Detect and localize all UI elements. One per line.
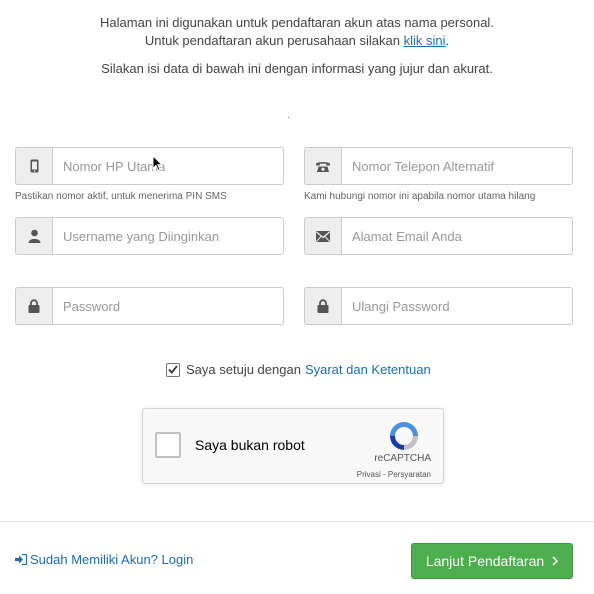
lock-icon xyxy=(15,287,52,325)
sign-in-icon xyxy=(15,554,27,565)
recaptcha-widget: Saya bukan robot reCAPTCHA Privasi - Per… xyxy=(142,408,444,484)
login-link[interactable]: Sudah Memiliki Akun? Login xyxy=(15,552,193,567)
phone-alt-group xyxy=(304,147,573,185)
chevron-right-icon xyxy=(552,553,559,569)
footer-divider xyxy=(0,521,594,522)
password-input[interactable] xyxy=(52,287,284,325)
intro-line-3: Silakan isi data di bawah ini dengan inf… xyxy=(101,61,493,76)
intro-line-2-suffix: . xyxy=(445,33,450,48)
agreement-row: Saya setuju dengan Syarat dan Ketentuan xyxy=(166,362,431,377)
phone-main-help: Pastikan nomor aktif, untuk menerima PIN… xyxy=(15,191,227,202)
mobile-icon xyxy=(15,147,52,185)
recaptcha-label: Saya bukan robot xyxy=(195,437,305,453)
phone-main-input[interactable] xyxy=(52,147,284,185)
email-input[interactable] xyxy=(341,217,573,255)
agreement-label: Saya setuju dengan xyxy=(186,362,301,377)
next-registration-button[interactable]: Lanjut Pendaftaran xyxy=(411,543,573,579)
phone-main-group xyxy=(15,147,284,185)
login-link-label: Sudah Memiliki Akun? Login xyxy=(30,552,194,567)
intro-line-2-prefix: Untuk pendaftaran akun perusahaan silaka… xyxy=(144,33,404,48)
recaptcha-brand: reCAPTCHA xyxy=(374,453,431,464)
agreement-checkbox[interactable] xyxy=(166,362,180,377)
phone-alt-help: Kami hubungi nomor ini apabila nomor uta… xyxy=(304,191,536,202)
email-group xyxy=(304,217,573,255)
intro-line-2: Untuk pendaftaran akun perusahaan silaka… xyxy=(0,33,594,48)
lock-icon xyxy=(304,287,341,325)
phone-icon xyxy=(304,147,341,185)
username-group xyxy=(15,217,284,255)
recaptcha-checkbox[interactable] xyxy=(155,432,181,458)
next-button-label: Lanjut Pendaftaran xyxy=(425,553,545,569)
password-group xyxy=(15,287,284,325)
password-repeat-input[interactable] xyxy=(341,287,573,325)
password-repeat-group xyxy=(304,287,573,325)
envelope-icon xyxy=(304,217,341,255)
user-icon xyxy=(15,217,52,255)
phone-alt-input[interactable] xyxy=(341,147,573,185)
mouse-cursor-icon xyxy=(152,154,164,177)
username-input[interactable] xyxy=(52,217,284,255)
recaptcha-privacy-terms[interactable]: Privasi - Persyaratan xyxy=(357,470,431,479)
intro-line-1: Halaman ini digunakan untuk pendaftaran … xyxy=(100,15,494,30)
company-signup-link[interactable]: klik sini xyxy=(404,33,446,48)
terms-link[interactable]: Syarat dan Ketentuan xyxy=(305,362,431,377)
divider-dot xyxy=(288,117,289,118)
